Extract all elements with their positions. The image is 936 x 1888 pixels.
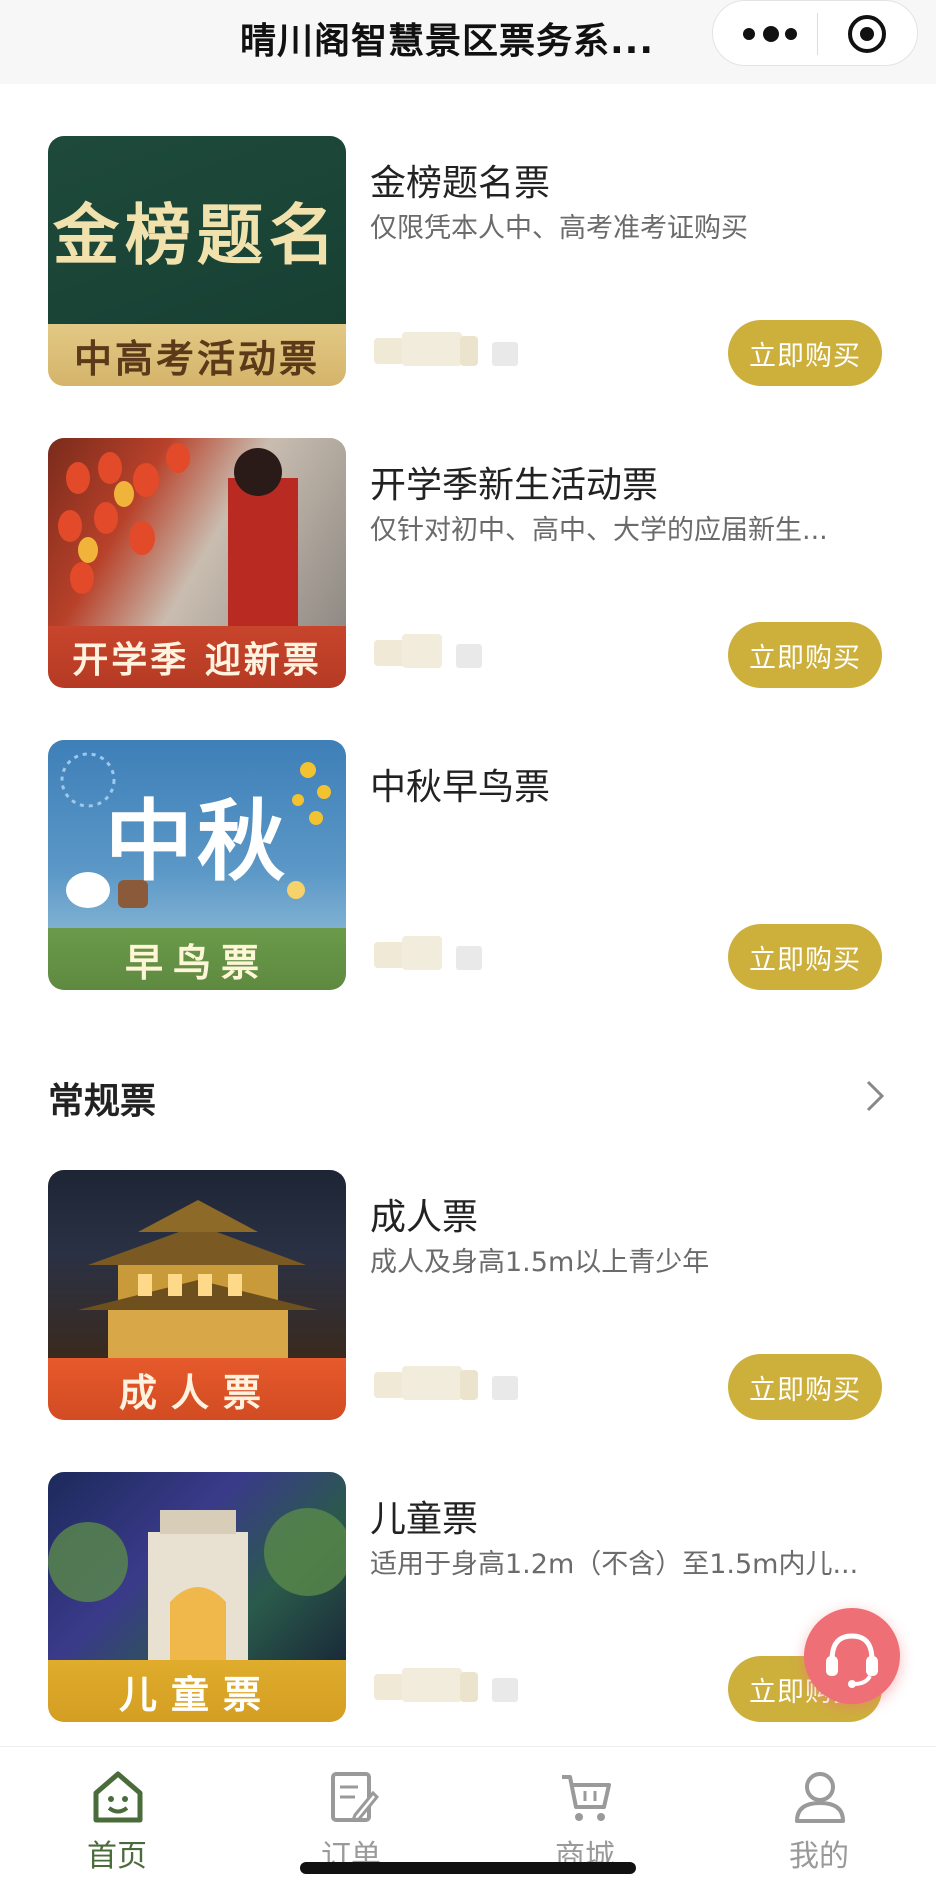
page-title: 晴川阁智慧景区票务系... bbox=[240, 21, 655, 62]
thumb-band: 开学季 迎新票 bbox=[48, 626, 346, 688]
ticket-desc: 适用于身高1.2m（不含）至1.5m内儿... bbox=[370, 1549, 859, 1580]
thumb-title: 中秋 bbox=[104, 788, 289, 893]
thumb-band: 成人票 bbox=[48, 1358, 346, 1420]
price-blurred bbox=[374, 1666, 522, 1702]
tab-label: 首页 bbox=[87, 1839, 147, 1874]
more-icon[interactable] bbox=[743, 26, 799, 42]
tab-mine[interactable]: 我的 bbox=[702, 1747, 936, 1888]
ticket-desc: 仅针对初中、高中、大学的应届新生... bbox=[370, 515, 828, 546]
user-icon bbox=[795, 1772, 845, 1823]
customer-service-button[interactable] bbox=[804, 1608, 900, 1704]
ticket-thumbnail: 金榜题名 中高考活动票 bbox=[48, 136, 346, 386]
ticket-name: 成人票 bbox=[370, 1197, 479, 1238]
close-miniprogram-icon[interactable] bbox=[846, 13, 888, 55]
nav-header: 晴川阁智慧景区票务系... bbox=[0, 0, 936, 84]
price-blurred bbox=[374, 1364, 522, 1400]
miniprogram-capsule bbox=[712, 0, 918, 66]
ticket-card[interactable]: 金榜题名 中高考活动票 金榜题名票 仅限凭本人中、高考准考证购买 立即购买 bbox=[0, 136, 936, 386]
ticket-name: 中秋早鸟票 bbox=[370, 767, 551, 808]
ticket-name: 金榜题名票 bbox=[370, 163, 551, 204]
price-blurred bbox=[374, 330, 522, 366]
ticket-desc: 成人及身高1.5m以上青少年 bbox=[370, 1247, 710, 1278]
buy-button[interactable]: 立即购买 bbox=[728, 622, 882, 688]
ticket-card[interactable]: 开学季 迎新票 开学季新生活动票 仅针对初中、高中、大学的应届新生... 立即购… bbox=[0, 438, 936, 688]
price-blurred bbox=[374, 934, 522, 970]
thumb-title: 金榜题名 bbox=[53, 196, 341, 274]
ticket-card[interactable]: 儿童票 儿童票 适用于身高1.2m（不含）至1.5m内儿... 立即购买 bbox=[0, 1472, 936, 1722]
pavilion-illustration bbox=[78, 1200, 318, 1358]
buy-button[interactable]: 立即购买 bbox=[728, 1354, 882, 1420]
cart-icon bbox=[562, 1775, 611, 1821]
ticket-thumbnail: 儿童票 bbox=[48, 1472, 346, 1722]
buy-button[interactable]: 立即购买 bbox=[728, 924, 882, 990]
headset-icon bbox=[826, 1633, 878, 1688]
capsule-divider bbox=[817, 13, 818, 55]
tab-home[interactable]: 首页 bbox=[0, 1747, 234, 1888]
gate-illustration bbox=[48, 1508, 346, 1660]
thumb-band: 中高考活动票 bbox=[48, 324, 346, 386]
ticket-thumbnail: 开学季 迎新票 bbox=[48, 438, 346, 688]
home-indicator bbox=[300, 1862, 636, 1874]
ticket-card[interactable]: 成人票 成人票 成人及身高1.5m以上青少年 立即购买 bbox=[0, 1170, 936, 1420]
ticket-name: 开学季新生活动票 bbox=[370, 465, 659, 506]
thumb-band: 儿童票 bbox=[48, 1660, 346, 1722]
price-blurred bbox=[374, 632, 522, 668]
lantern-illustration bbox=[58, 443, 298, 626]
buy-button[interactable]: 立即购买 bbox=[728, 320, 882, 386]
ticket-desc: 仅限凭本人中、高考准考证购买 bbox=[370, 213, 748, 244]
ticket-thumbnail: 成人票 bbox=[48, 1170, 346, 1420]
home-icon bbox=[93, 1771, 143, 1823]
thumb-band: 早鸟票 bbox=[48, 928, 346, 990]
chevron-right-icon[interactable] bbox=[860, 1076, 888, 1116]
ticket-name: 儿童票 bbox=[370, 1499, 479, 1540]
ticket-card[interactable]: 中秋 早鸟票 中秋早鸟票 立即购买 bbox=[0, 740, 936, 990]
section-title: 常规票 bbox=[48, 1081, 157, 1122]
tab-label: 我的 bbox=[789, 1839, 849, 1874]
ticket-thumbnail: 中秋 早鸟票 bbox=[48, 740, 346, 990]
order-icon bbox=[331, 1772, 379, 1822]
